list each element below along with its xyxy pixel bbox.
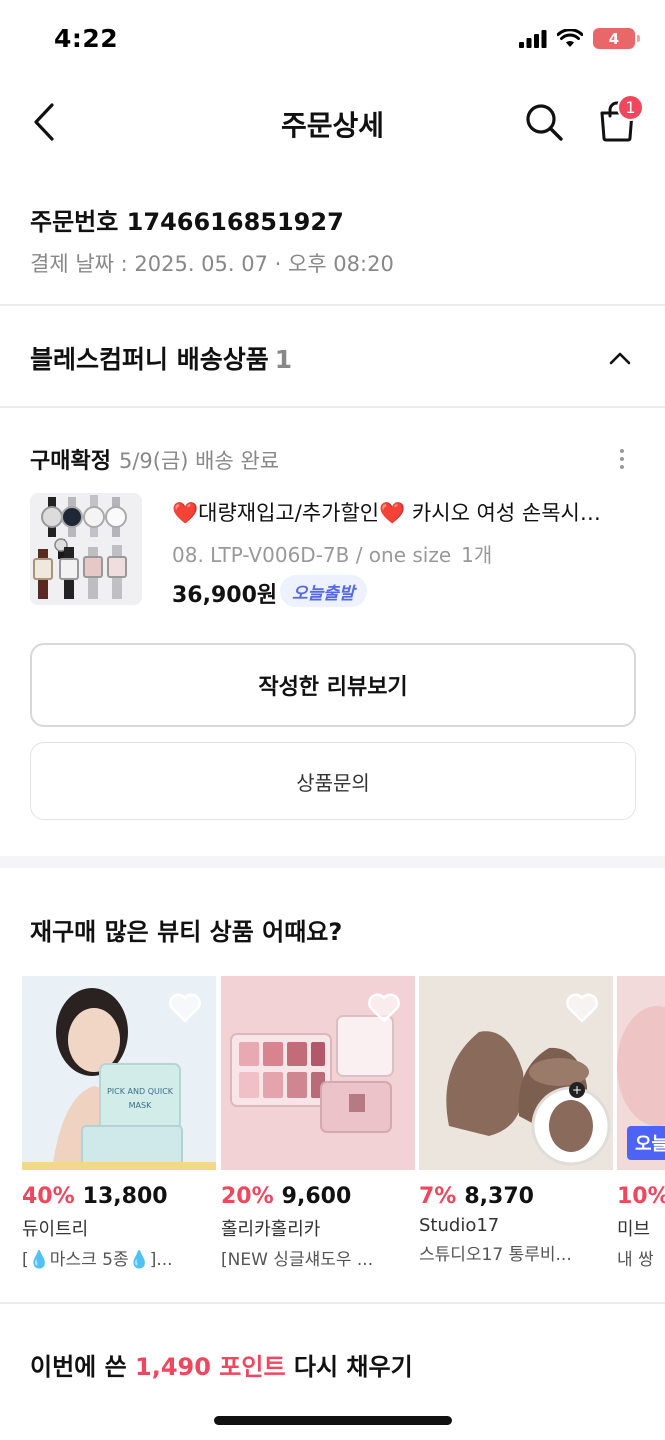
more-dot (620, 465, 624, 469)
brand-name: Studio17 (419, 1215, 500, 1236)
shipment-count: 1 (274, 345, 293, 374)
quantity: 1개 (461, 543, 493, 567)
more-dot (620, 457, 624, 461)
product-name: [NEW 싱글섀도우 ... (221, 1250, 374, 1270)
product-option: 08. LTP-V006D-7B / one size 1개 (172, 539, 492, 568)
seller-shipment-title: 블레스컴퍼니 배송상품 1 (30, 340, 292, 376)
delivery-status: 5/9(금) 배송 완료 (118, 449, 280, 473)
wifi-icon (557, 29, 583, 47)
discount-rate: 40% (22, 1184, 75, 1209)
product-name: 내 쌍 (617, 1250, 654, 1270)
today-shipping-badge: 오늘출발 (280, 575, 367, 607)
search-button[interactable] (520, 98, 568, 146)
recommendation-carousel[interactable]: PICK AND QUICK MASK 40% 13,800 듀이트리 [💧마스크… (22, 976, 665, 1276)
reco-price-row: 20% 9,600 (221, 1184, 415, 1209)
heart-icon[interactable] (565, 992, 599, 1024)
discount-rate: 7% (419, 1184, 457, 1209)
svg-text:MASK: MASK (129, 1101, 152, 1110)
status-bar: 4:22 4 (0, 0, 665, 80)
cart-button[interactable]: 1 (590, 94, 644, 148)
product-image: + (419, 976, 613, 1170)
collapse-button[interactable] (604, 342, 636, 374)
heart-icon[interactable] (367, 992, 401, 1024)
battery-level: 4 (608, 29, 620, 48)
product-image: 오늘 (617, 976, 665, 1170)
brand-name: 미브 (617, 1219, 651, 1240)
search-icon (526, 104, 563, 141)
view-review-button[interactable]: 작성한 리뷰보기 (30, 643, 636, 727)
recommendation-card[interactable]: + 7% 8,370 Studio17 스튜디오17 통루비... (419, 976, 613, 1265)
recommendation-card[interactable]: 20% 9,600 홀리카홀리카 [NEW 싱글섀도우 ... (221, 976, 415, 1270)
payment-date: 결제 날짜 : 2025. 05. 07 · 오후 08:20 (30, 252, 394, 276)
cart-count-badge: 1 (617, 94, 644, 121)
shipment-section-header[interactable]: 블레스컴퍼니 배송상품 1 (0, 306, 665, 408)
item-status-row: 구매확정 5/9(금) 배송 완료 (30, 443, 279, 475)
brand-name: 홀리카홀리카 (221, 1219, 321, 1240)
points-refill-title: 이번에 쓴 1,490 포인트 다시 채우기 (30, 1347, 413, 1382)
purchase-status: 구매확정 (30, 449, 111, 474)
section-divider (0, 856, 665, 868)
battery-icon: 4 (593, 28, 640, 49)
reco-price-row: 10% (617, 1184, 665, 1209)
points-amount: 1,490 포인트 (135, 1353, 286, 1381)
svg-text:+: + (572, 1083, 582, 1097)
product-inquiry-button[interactable]: 상품문의 (30, 742, 636, 820)
option-text: 08. LTP-V006D-7B / one size (172, 543, 452, 567)
svg-text:PICK AND QUICK: PICK AND QUICK (107, 1087, 174, 1096)
product-price: 36,900원 (172, 583, 278, 608)
seller-name: 블레스컴퍼니 배송상품 (30, 345, 269, 374)
today-badge: 오늘 (627, 1126, 665, 1160)
sale-price: 9,600 (281, 1184, 352, 1209)
sale-price: 13,800 (82, 1184, 168, 1209)
heart-icon[interactable] (168, 992, 202, 1024)
more-dot (620, 449, 624, 453)
home-indicator[interactable] (214, 1416, 452, 1425)
order-number: 주문번호 1746616851927 (30, 208, 344, 236)
reco-price-row: 40% 13,800 (22, 1184, 216, 1209)
reco-price-row: 7% 8,370 (419, 1184, 613, 1209)
status-icons: 4 (519, 28, 640, 49)
brand-name: 듀이트리 (22, 1219, 89, 1240)
product-name: [💧마스크 5종💧]... (22, 1250, 173, 1270)
product-image (221, 976, 415, 1170)
discount-rate: 10% (617, 1184, 665, 1209)
watches-image (30, 493, 142, 605)
discount-rate: 20% (221, 1184, 274, 1209)
product-image: PICK AND QUICK MASK (22, 976, 216, 1170)
points-prefix: 이번에 쓴 (30, 1353, 136, 1381)
points-suffix: 다시 채우기 (285, 1353, 413, 1381)
order-info: 주문번호 1746616851927 결제 날짜 : 2025. 05. 07 … (0, 166, 665, 306)
top-nav: 주문상세 1 (0, 80, 665, 166)
signal-icon (519, 29, 547, 48)
product-thumbnail[interactable] (30, 493, 142, 605)
recommendation-card[interactable]: 오늘 10% 미브 내 쌍 (617, 976, 665, 1270)
more-options-button[interactable] (608, 444, 636, 474)
status-time: 4:22 (54, 24, 119, 53)
recommendation-title: 재구매 많은 뷰티 상품 어때요? (30, 918, 343, 946)
product-name: 스튜디오17 통루비... (419, 1245, 572, 1265)
section-divider (0, 1302, 665, 1304)
sale-price: 8,370 (464, 1184, 534, 1209)
chevron-up-icon (609, 352, 631, 365)
product-name[interactable]: ❤️대량재입고/추가할인❤️ 카시오 여성 손목시계 LTP-V006 (172, 497, 612, 527)
recommendation-card[interactable]: PICK AND QUICK MASK 40% 13,800 듀이트리 [💧마스크… (22, 976, 216, 1270)
